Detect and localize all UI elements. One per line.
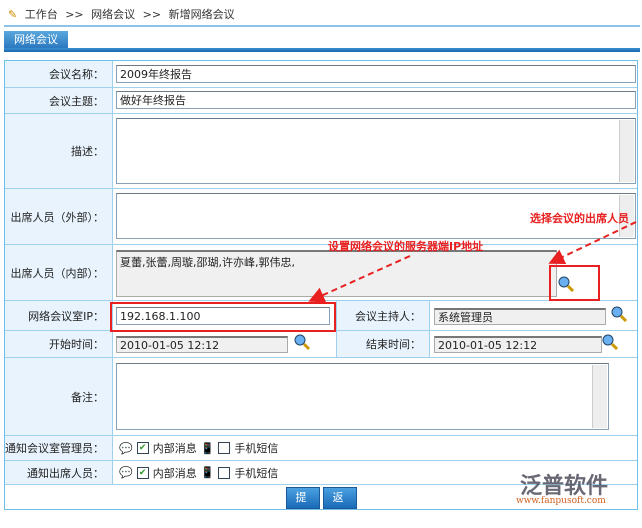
annotation-arrows — [308, 221, 637, 303]
url-watermark: www.fanpusoft.com — [516, 496, 606, 506]
